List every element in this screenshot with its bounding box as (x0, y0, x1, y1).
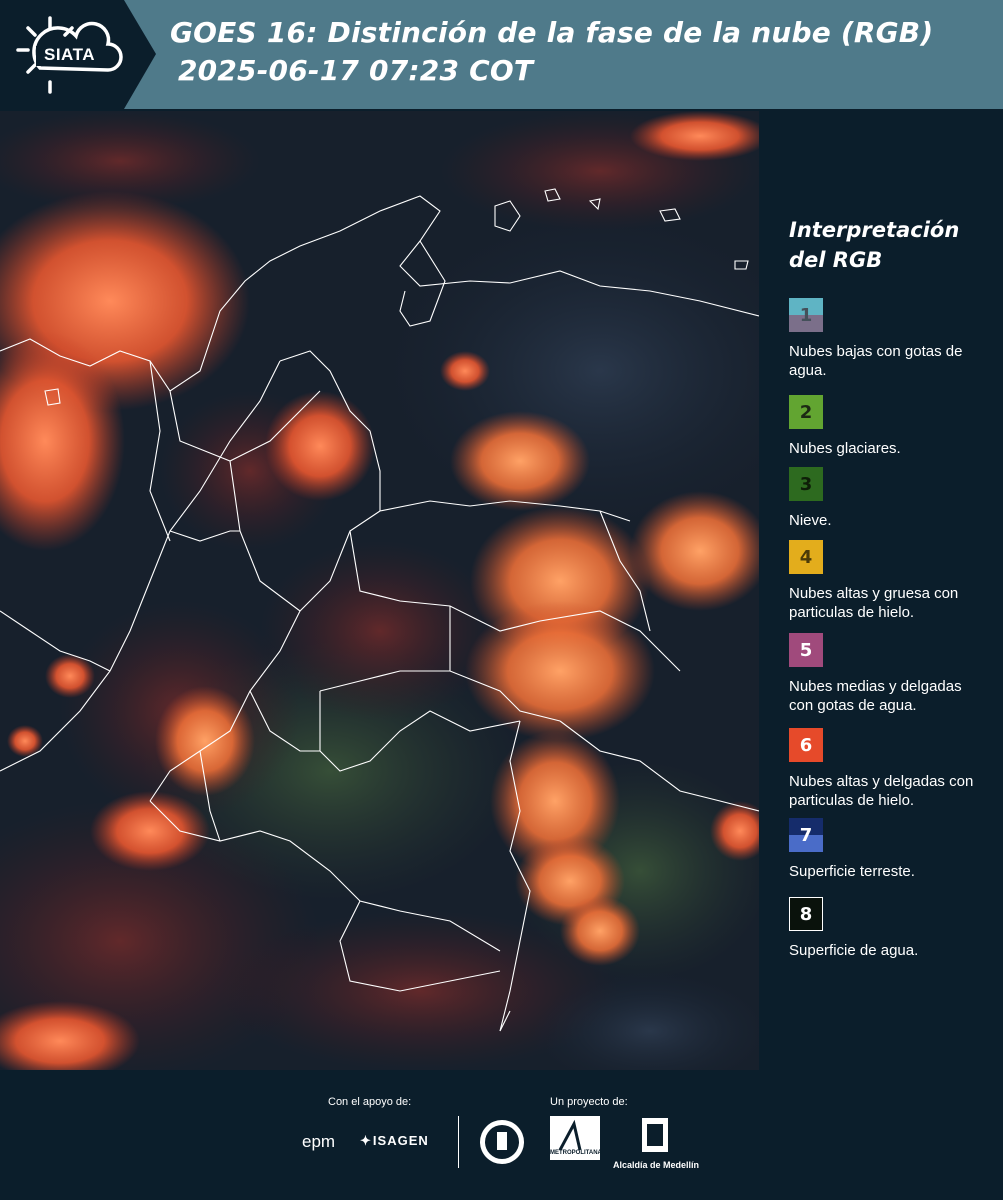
satellite-map[interactable] (0, 111, 759, 1070)
legend-label: Nubes bajas con gotas de agua. (789, 343, 963, 379)
legend-swatch-2: 2 (789, 395, 823, 429)
legend-item-7: 7 Superficie terreste. (789, 818, 989, 881)
legend-panel: Interpretación del RGB (775, 215, 995, 295)
legend-item-8: 8 Superficie de agua. (789, 897, 989, 960)
legend-item-1: 1 Nubes bajas con gotas de agua. (789, 298, 989, 380)
legend-swatch-3: 3 (789, 467, 823, 501)
legend-number: 5 (799, 639, 813, 661)
legend-label: Nubes altas y gruesa con particulas de h… (789, 585, 959, 621)
legend-swatch-5: 5 (789, 633, 823, 667)
legend-swatch-4: 4 (789, 540, 823, 574)
legend-number: 4 (799, 546, 813, 568)
legend-title: Interpretación del RGB (789, 218, 960, 272)
legend-number: 6 (799, 734, 813, 756)
legend-number: 8 (799, 903, 813, 925)
legend-label: Nubes medias y delgadas con gotas de agu… (789, 678, 962, 714)
title-timestamp: 2025-06-17 07:23 COT (178, 54, 534, 87)
isagen-mark-icon: ✦ (360, 1133, 371, 1148)
legend-item-6: 6 Nubes altas y delgadas con particulas d… (789, 728, 989, 810)
legend-number: 1 (799, 304, 813, 326)
seal-logo-icon[interactable] (478, 1118, 526, 1170)
medellin-shield-icon (642, 1118, 668, 1152)
logo-text: SIATA (44, 45, 95, 64)
support-label: Con el apoyo de: (328, 1096, 412, 1108)
legend-item-5: 5 Nubes medias y delgadas con gotas de ag… (789, 633, 989, 715)
legend-label: Nubes altas y delgadas con particulas de… (789, 773, 974, 809)
legend-item-2: 2 Nubes glaciares. (789, 395, 989, 458)
legend-label: Superficie terreste. (789, 863, 915, 880)
legend-item-3: 3 Nieve. (789, 467, 989, 530)
isagen-logo[interactable]: ✦ ISAGEN (360, 1132, 429, 1149)
page-title: GOES 16: Distinción de la fase de la nub… (170, 14, 990, 90)
project-label: Un proyecto de: (550, 1096, 628, 1108)
footer: Con el apoyo de: Un proyecto de: epm ✦ IS… (0, 1070, 1003, 1200)
legend-swatch-6: 6 (789, 728, 823, 762)
medellin-logo[interactable] (640, 1116, 670, 1160)
area-metropolitana-logo[interactable]: METROPOLITANA (550, 1116, 602, 1164)
legend-label: Superficie de agua. (789, 942, 919, 959)
footer-divider (458, 1116, 459, 1168)
rgb-composite-image (0, 111, 759, 1070)
epm-logo[interactable]: epm (302, 1132, 335, 1152)
legend-number: 2 (799, 401, 813, 423)
legend-swatch-7: 7 (789, 818, 823, 852)
legend-number: 7 (799, 824, 813, 846)
legend-swatch-1: 1 (789, 298, 823, 332)
legend-label: Nieve. (789, 512, 832, 529)
medellin-caption: Alcaldía de Medellín (613, 1160, 700, 1170)
title-line-1: GOES 16: Distinción de la fase de la nub… (170, 16, 934, 49)
siata-logo[interactable]: SIATA (0, 0, 156, 109)
header-bar: SIATA GOES 16: Distinción de la fase de … (0, 0, 1003, 109)
legend-number: 3 (799, 473, 813, 495)
legend-swatch-8: 8 (789, 897, 823, 931)
legend-label: Nubes glaciares. (789, 440, 901, 457)
legend-item-4: 4 Nubes altas y gruesa con particulas de … (789, 540, 989, 622)
